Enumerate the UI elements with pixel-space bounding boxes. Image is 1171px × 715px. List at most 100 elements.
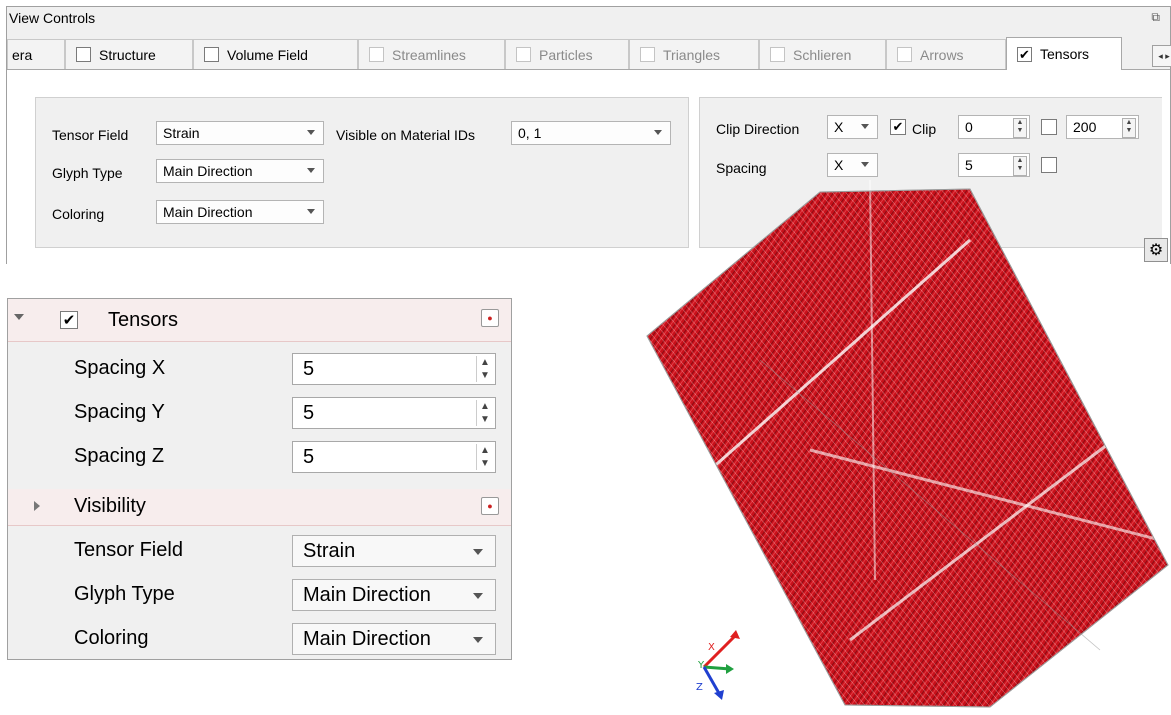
window-title: View Controls: [9, 10, 96, 26]
tensors-section-header[interactable]: ✔ Tensors ●: [8, 299, 511, 342]
tab-volume-field[interactable]: Volume Field: [193, 39, 358, 69]
tab-schlieren[interactable]: Schlieren: [759, 39, 886, 69]
clip-to-checkbox[interactable]: [1041, 119, 1057, 135]
combo-value: X: [834, 119, 844, 135]
property-row-tensor-field: Tensor Field Strain: [8, 533, 511, 569]
tab-structure[interactable]: Structure: [65, 39, 193, 69]
visible-material-combo[interactable]: 0, 1: [511, 121, 671, 145]
clip-to-spinbox[interactable]: 200 ▲ ▼: [1066, 115, 1139, 139]
tensor-glyph-3d-view[interactable]: X Y Z: [600, 180, 1171, 715]
tab-triangles[interactable]: Triangles: [629, 39, 759, 69]
chevron-down-icon: [473, 637, 483, 643]
combo-value: Main Direction: [303, 627, 431, 650]
clip-direction-label: Clip Direction: [716, 121, 800, 137]
spacing-spinbox[interactable]: 5 ▲ ▼: [958, 153, 1030, 177]
visible-material-label: Visible on Material IDs: [336, 127, 476, 143]
tensors-checkbox[interactable]: ✔: [60, 311, 78, 329]
spacing-label: Spacing: [716, 160, 767, 176]
spacing-x-spinbox[interactable]: 5 ▲ ▼: [292, 353, 496, 385]
spin-arrows-icon[interactable]: ▲ ▼: [476, 444, 493, 470]
spin-arrows-icon[interactable]: ▲ ▼: [476, 400, 493, 426]
tab-particles[interactable]: Particles: [505, 39, 629, 69]
spacing-z-label: Spacing Z: [74, 445, 165, 467]
spacing-z-spinbox[interactable]: 5 ▲ ▼: [292, 441, 496, 473]
spin-value: 5: [303, 357, 315, 380]
chevron-down-icon: [861, 162, 869, 167]
clip-label: Clip: [912, 121, 937, 137]
tensor-field-combo[interactable]: Strain: [292, 535, 496, 567]
tab-checkbox-checked[interactable]: ✔: [1017, 46, 1032, 62]
svg-text:Y: Y: [697, 660, 705, 671]
property-row-glyph-type: Glyph Type Main Direction: [8, 577, 511, 613]
collapsed-arrow-icon[interactable]: [34, 501, 40, 511]
combo-value: Main Direction: [163, 163, 253, 179]
tab-arrows[interactable]: Arrows: [886, 39, 1006, 69]
spacing-y-label: Spacing Y: [74, 401, 165, 423]
glyph-type-combo[interactable]: Main Direction: [156, 159, 324, 183]
combo-value: Main Direction: [303, 583, 431, 606]
tab-checkbox: [516, 47, 531, 62]
glyph-type-label: Glyph Type: [74, 583, 175, 605]
spin-arrows-icon[interactable]: ▲ ▼: [1013, 118, 1027, 138]
glyph-texture: [647, 189, 1168, 707]
tensor-properties-panel: ✔ Tensors ● Spacing X 5 ▲ ▼ Spacing Y 5 ▲…: [7, 298, 512, 660]
glyph-type-combo[interactable]: Main Direction: [292, 579, 496, 611]
coloring-label: Coloring: [52, 206, 105, 222]
tab-bar: era Structure Volume Field Streamlines P…: [7, 37, 1171, 70]
chevron-down-icon: [307, 168, 315, 173]
chevron-down-icon: [654, 130, 662, 135]
spacing-axis-combo[interactable]: X: [827, 153, 878, 177]
tab-scroll-arrows[interactable]: ◂ ▸: [1152, 45, 1171, 67]
spin-value: 5: [965, 157, 973, 173]
combo-value: X: [834, 157, 844, 173]
chevron-down-icon: [473, 593, 483, 599]
combo-value: 0, 1: [518, 125, 542, 141]
tab-streamlines[interactable]: Streamlines: [358, 39, 505, 69]
tab-checkbox: [640, 47, 655, 62]
expand-arrow-icon[interactable]: [14, 314, 24, 320]
tab-checkbox: [369, 47, 384, 62]
chevron-down-icon: [307, 209, 315, 214]
tab-tensors[interactable]: ✔ Tensors: [1006, 37, 1122, 70]
property-row-spacing-z: Spacing Z 5 ▲ ▼: [8, 439, 511, 475]
spacing-x-label: Spacing X: [74, 357, 166, 379]
tab-checkbox[interactable]: [76, 47, 91, 62]
spin-arrows-icon[interactable]: ▲ ▼: [476, 356, 493, 382]
tensor-settings-group: Tensor Field Strain Visible on Material …: [35, 97, 689, 248]
tensors-section-label: Tensors: [108, 309, 179, 331]
spin-value: 200: [1073, 119, 1097, 135]
chevron-down-icon: [861, 124, 869, 129]
tab-checkbox: [897, 47, 912, 62]
glyph-type-label: Glyph Type: [52, 165, 123, 181]
coloring-combo[interactable]: Main Direction: [292, 623, 496, 655]
spin-value: 0: [965, 119, 973, 135]
spacing-checkbox[interactable]: [1041, 157, 1057, 173]
spin-arrows-icon[interactable]: ▲ ▼: [1122, 118, 1136, 138]
spin-value: 5: [303, 445, 315, 468]
clip-from-spinbox[interactable]: 0 ▲ ▼: [958, 115, 1030, 139]
tab-label: Streamlines: [392, 46, 466, 63]
float-window-icon[interactable]: ⧉: [1151, 10, 1160, 25]
tab-label: Volume Field: [227, 46, 308, 63]
tab-label: Particles: [539, 46, 593, 63]
visibility-section-header[interactable]: Visibility ●: [8, 489, 511, 526]
reset-section-icon[interactable]: ●: [481, 309, 499, 327]
tab-checkbox[interactable]: [204, 47, 219, 62]
clip-direction-combo[interactable]: X: [827, 115, 878, 139]
spin-value: 5: [303, 401, 315, 424]
tab-label: era: [12, 46, 33, 63]
coloring-combo[interactable]: Main Direction: [156, 200, 324, 224]
coloring-label: Coloring: [74, 627, 149, 649]
reset-section-icon[interactable]: ●: [481, 497, 499, 515]
tab-camera[interactable]: era: [7, 39, 65, 69]
tab-checkbox: [770, 47, 785, 62]
tensor-field-combo[interactable]: Strain: [156, 121, 324, 145]
combo-value: Strain: [163, 125, 200, 141]
tab-label: Triangles: [663, 46, 721, 63]
svg-text:X: X: [708, 642, 715, 653]
tab-label: Tensors: [1040, 46, 1090, 62]
property-row-spacing-y: Spacing Y 5 ▲ ▼: [8, 395, 511, 431]
clip-checkbox[interactable]: ✔: [890, 119, 906, 135]
spacing-y-spinbox[interactable]: 5 ▲ ▼: [292, 397, 496, 429]
spin-arrows-icon[interactable]: ▲ ▼: [1013, 156, 1027, 176]
